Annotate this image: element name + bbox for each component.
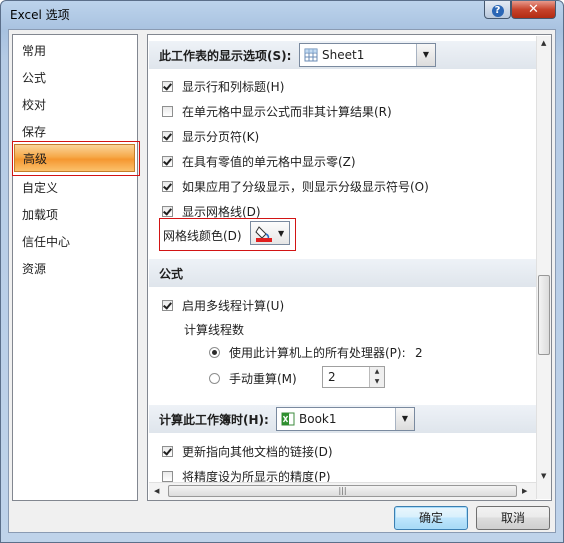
paint-bucket-icon	[255, 226, 272, 242]
option-label: 显示分页符(K)	[182, 130, 260, 144]
scroll-down-icon[interactable]: ▼	[541, 472, 546, 480]
checkbox[interactable]	[162, 300, 173, 311]
category-list: 常用 公式 校对 保存 高级 自定义 加载项 信任中心 资源	[12, 34, 138, 501]
processor-count: 2	[415, 346, 423, 360]
nav-item-general[interactable]: 常用	[22, 41, 46, 61]
formula-section-header: 公式	[149, 259, 536, 287]
option-label: 启用多线程计算(U)	[182, 299, 285, 313]
nav-item-customize[interactable]: 自定义	[22, 178, 58, 198]
option-label: 更新指向其他文档的链接(D)	[182, 445, 333, 459]
nav-item-save[interactable]: 保存	[22, 122, 46, 142]
checkbox[interactable]	[162, 81, 173, 92]
checkbox[interactable]	[162, 446, 173, 457]
checkbox[interactable]	[162, 106, 173, 117]
nav-item-formulas[interactable]: 公式	[22, 68, 46, 88]
spinner-value: 2	[328, 370, 336, 384]
ok-button[interactable]: 确定	[394, 506, 468, 530]
nav-item-trust-center[interactable]: 信任中心	[22, 232, 70, 252]
checkbox[interactable]	[162, 471, 173, 482]
sheet-select[interactable]: Sheet1 ▼	[299, 43, 436, 67]
spinner-down-icon[interactable]: ▼	[369, 377, 384, 387]
workbook-section-header: 计算此工作簿时(H): Book1 ▼	[149, 405, 536, 433]
checkbox[interactable]	[162, 206, 173, 217]
chevron-down-icon: ▼	[278, 229, 285, 238]
horizontal-scrollbar[interactable]: ◀ ||| ▶	[149, 482, 536, 500]
nav-highlight-box	[12, 141, 140, 176]
gridline-color-swatch	[256, 238, 272, 242]
help-button[interactable]: ?	[484, 1, 511, 19]
close-button[interactable]: ✕	[511, 1, 556, 19]
radio-button[interactable]	[209, 373, 220, 384]
checkbox[interactable]	[162, 181, 173, 192]
threads-label: 计算线程数	[184, 323, 245, 337]
nav-item-proofing[interactable]: 校对	[22, 95, 46, 115]
gridline-color-picker[interactable]: ▼	[250, 221, 290, 245]
horizontal-scroll-thumb[interactable]: |||	[168, 485, 517, 497]
nav-item-resources[interactable]: 资源	[22, 259, 46, 279]
thread-count-spinner[interactable]: 2 ▲ ▼	[322, 366, 385, 388]
worksheet-section-header: 此工作表的显示选项(S): Sheet1 ▼	[149, 41, 536, 69]
option-label: 使用此计算机上的所有处理器(P):	[229, 346, 406, 360]
option-label: 手动重算(M)	[229, 372, 297, 386]
checkbox[interactable]	[162, 131, 173, 142]
checkbox[interactable]	[162, 156, 173, 167]
nav-item-addins[interactable]: 加载项	[22, 205, 58, 225]
dialog-body: 常用 公式 校对 保存 高级 自定义 加载项 信任中心 资源 此工作表的显示选项…	[8, 29, 556, 533]
gridline-color-label: 网格线颜色(D)	[163, 229, 242, 243]
option-label: 在具有零值的单元格中显示零(Z)	[182, 155, 356, 169]
scroll-right-icon[interactable]: ▶	[522, 487, 527, 495]
scroll-up-icon[interactable]: ▲	[541, 39, 546, 47]
excel-workbook-icon	[281, 412, 295, 426]
close-icon: ✕	[528, 2, 539, 17]
vertical-scroll-thumb[interactable]	[538, 275, 550, 355]
spinner-up-icon[interactable]: ▲	[369, 367, 384, 377]
worksheet-section-title: 此工作表的显示选项(S):	[159, 49, 292, 63]
workbook-select[interactable]: Book1 ▼	[276, 407, 415, 431]
option-label: 如果应用了分级显示，则显示分级显示符号(O)	[182, 180, 429, 194]
formula-section-title: 公式	[159, 267, 184, 281]
help-icon: ?	[491, 5, 504, 17]
window-title: Excel 选项	[10, 8, 70, 22]
cancel-button[interactable]: 取消	[476, 506, 550, 530]
workbook-section-title: 计算此工作簿时(H):	[159, 413, 269, 427]
sheet-icon	[304, 48, 318, 62]
options-dialog: Excel 选项 ? ✕ 常用 公式 校对 保存 高级 自定义 加载项 信任中心…	[0, 0, 564, 543]
chevron-down-icon: ▼	[416, 44, 435, 66]
chevron-down-icon: ▼	[395, 408, 414, 430]
sheet-select-value: Sheet1	[322, 48, 365, 62]
title-bar[interactable]: Excel 选项 ? ✕	[1, 1, 563, 27]
option-label: 在单元格中显示公式而非其计算结果(R)	[182, 105, 392, 119]
radio-button[interactable]	[209, 347, 220, 358]
scroll-left-icon[interactable]: ◀	[154, 487, 159, 495]
workbook-select-value: Book1	[299, 412, 337, 426]
option-label: 显示行和列标题(H)	[182, 80, 285, 94]
settings-panel: 此工作表的显示选项(S): Sheet1 ▼ 显示行和列标题(H) 在单元格中显…	[147, 34, 552, 501]
vertical-scrollbar[interactable]: ▲ ▼	[536, 36, 551, 499]
